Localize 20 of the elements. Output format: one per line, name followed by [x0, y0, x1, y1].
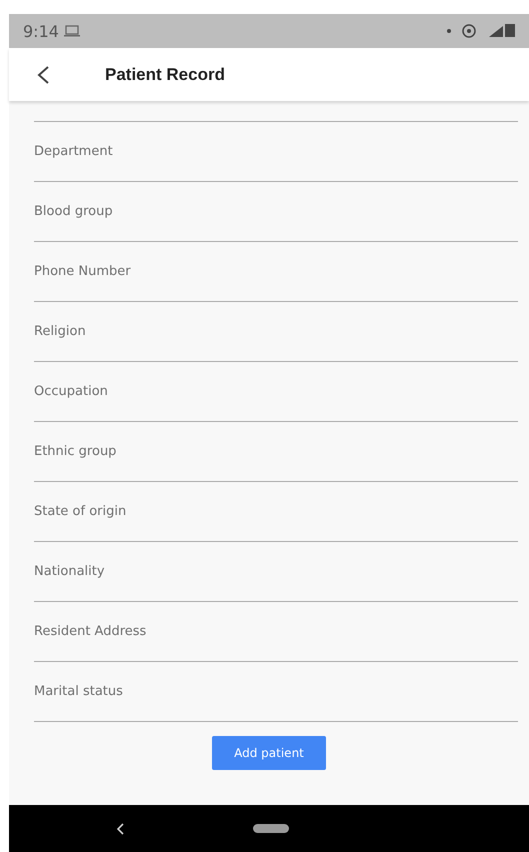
input-field[interactable]: Occupation [34, 362, 518, 422]
status-time: 9:14 [23, 22, 59, 40]
input-field[interactable]: Resident Address [34, 602, 518, 662]
signal-icon [489, 26, 503, 37]
input-field[interactable]: Department [34, 122, 518, 182]
input-field[interactable]: Blood group [34, 182, 518, 242]
notification-dot-icon [447, 29, 451, 33]
input-field[interactable]: Nationality [34, 542, 518, 602]
add-patient-button[interactable]: Add patient [212, 736, 326, 770]
page-title: Patient Record [105, 64, 225, 84]
battery-icon [505, 24, 515, 37]
input-field[interactable]: State of origin [34, 482, 518, 542]
input-field[interactable]: Marital status [34, 662, 518, 722]
input-field[interactable]: Ethnic group [34, 422, 518, 482]
input-field[interactable]: Phone Number [34, 242, 518, 302]
hotspot-icon [462, 24, 476, 38]
back-icon[interactable] [115, 822, 125, 836]
laptop-icon [62, 25, 81, 37]
input-field[interactable]: Religion [34, 302, 518, 362]
home-handle[interactable] [253, 824, 289, 833]
